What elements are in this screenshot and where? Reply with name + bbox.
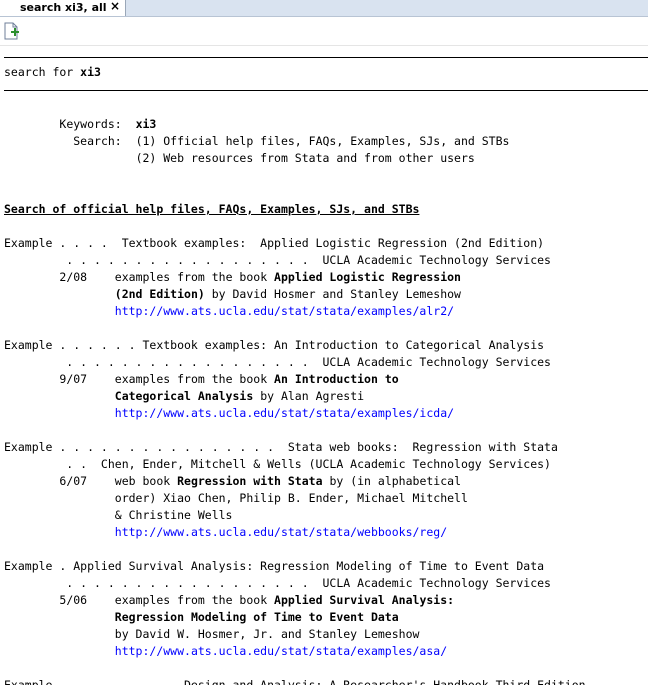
entry-3-text: web book <box>114 474 178 488</box>
entry-4-url-line: http://www.ats.ucla.edu/stat/stata/examp… <box>4 643 447 660</box>
entry-1-book-subtitle: (2nd Edition) <box>114 287 205 301</box>
entry-2-author-row: . . . . . . . . . . . . . . . . . . UCLA… <box>4 355 551 369</box>
entry-1-title-row: Example . . . . Textbook examples: Appli… <box>4 236 545 250</box>
keywords-value: xi3 <box>135 117 157 131</box>
search-header: search for xi3 <box>4 64 101 81</box>
divider-top <box>4 57 648 58</box>
entry-3-text-post: by (in alphabetical <box>322 474 461 488</box>
entry-2-desc-1: 9/07 examples from the book An Introduct… <box>4 371 399 388</box>
entry-4-book-title: Applied Survival Analysis: <box>274 593 455 607</box>
scope-1: (1) Official help files, FAQs, Examples,… <box>135 134 510 148</box>
keywords-label: Keywords: <box>59 117 136 131</box>
search-scope-line-2: (2) Web resources from Stata and from ot… <box>4 150 475 167</box>
entry-2-book-title: An Introduction to <box>274 372 399 386</box>
entry-1-authors: by David Hosmer and Stanley Lemeshow <box>204 287 461 301</box>
entry-3-link[interactable]: http://www.ats.ucla.edu/stat/stata/webbo… <box>115 525 447 539</box>
entry-2-link[interactable]: http://www.ats.ucla.edu/stat/stata/examp… <box>115 406 454 420</box>
entry-2-desc-2: Categorical Analysis by Alan Agresti <box>4 388 364 405</box>
entry-4-text: examples from the book <box>114 593 275 607</box>
entry-3-authors-1: order) Xiao Chen, Philip B. Ender, Micha… <box>114 491 468 505</box>
entry-2-title-row: Example . . . . . . Textbook examples: A… <box>4 338 545 352</box>
entry-3-date: 6/07 <box>59 474 88 488</box>
tab-strip: search xi3, all × <box>0 0 648 17</box>
entry-2-text: examples from the book <box>114 372 275 386</box>
section-heading: Search of official help files, FAQs, Exa… <box>4 202 420 216</box>
entry-3-desc-2: order) Xiao Chen, Philip B. Ender, Micha… <box>4 490 468 507</box>
entry-5-title-row: Example . . . . . . . . . Design and Ana… <box>4 678 586 685</box>
viewer-content: search for xi3 Keywords: xi3 Search: (1)… <box>0 46 648 685</box>
tab-search-results[interactable]: search xi3, all × <box>0 0 126 16</box>
entry-1-author-row: . . . . . . . . . . . . . . . . . . UCLA… <box>4 253 551 267</box>
entry-3-url-line: http://www.ats.ucla.edu/stat/stata/webbo… <box>4 524 447 541</box>
entry-2-book-subtitle: Categorical Analysis <box>114 389 254 403</box>
scope-2: (2) Web resources from Stata and from ot… <box>135 151 475 165</box>
entry-3-desc-1: 6/07 web book Regression with Stata by (… <box>4 473 461 490</box>
entry-4-desc-2: Regression Modeling of Time to Event Dat… <box>4 609 399 626</box>
search-scope-line-1: Search: (1) Official help files, FAQs, E… <box>4 133 509 150</box>
entry-1-book-title: Applied Logistic Regression <box>274 270 461 284</box>
entry-3-desc-3: & Christine Wells <box>4 507 233 524</box>
entry-1-date: 2/08 <box>59 270 88 284</box>
new-document-icon[interactable] <box>2 22 20 40</box>
entry-1-link[interactable]: http://www.ats.ucla.edu/stat/stata/examp… <box>115 304 454 318</box>
close-icon[interactable]: × <box>110 0 120 13</box>
entry-1-desc-1: 2/08 examples from the book Applied Logi… <box>4 269 461 286</box>
entry-3-authors-2: & Christine Wells <box>114 508 233 522</box>
entry-4-authors: by David W. Hosmer, Jr. and Stanley Leme… <box>114 627 420 641</box>
entry-1-text: examples from the book <box>114 270 275 284</box>
entry-3-book-title: Regression with Stata <box>177 474 323 488</box>
divider-bottom <box>4 90 648 91</box>
tab-title: search xi3, all <box>20 1 107 14</box>
entry-4-link[interactable]: http://www.ats.ucla.edu/stat/stata/examp… <box>115 644 447 658</box>
entry-4-author-row: . . . . . . . . . . . . . . . . . . UCLA… <box>4 576 551 590</box>
entry-3-author-row: . . Chen, Ender, Mitchell & Wells (UCLA … <box>4 457 551 471</box>
entry-4-title-row: Example . Applied Survival Analysis: Reg… <box>4 559 545 573</box>
search-term: xi3 <box>80 65 101 79</box>
entry-1-desc-2: (2nd Edition) by David Hosmer and Stanle… <box>4 286 461 303</box>
entry-4-desc-1: 5/06 examples from the book Applied Surv… <box>4 592 454 609</box>
keywords-line: Keywords: xi3 <box>4 116 156 133</box>
entry-1-url-line: http://www.ats.ucla.edu/stat/stata/examp… <box>4 303 454 320</box>
entry-4-desc-3: by David W. Hosmer, Jr. and Stanley Leme… <box>4 626 420 643</box>
entry-2-date: 9/07 <box>59 372 88 386</box>
search-label: Search: <box>73 134 136 148</box>
entry-4-date: 5/06 <box>59 593 88 607</box>
entry-2-url-line: http://www.ats.ucla.edu/stat/stata/examp… <box>4 405 454 422</box>
entry-4-book-subtitle: Regression Modeling of Time to Event Dat… <box>114 610 399 624</box>
search-prefix: search for <box>4 65 81 79</box>
entry-2-authors: by Alan Agresti <box>253 389 365 403</box>
toolbar <box>0 17 648 46</box>
entry-3-title-row: Example . . . . . . . . . . . . . . . . … <box>4 440 558 454</box>
